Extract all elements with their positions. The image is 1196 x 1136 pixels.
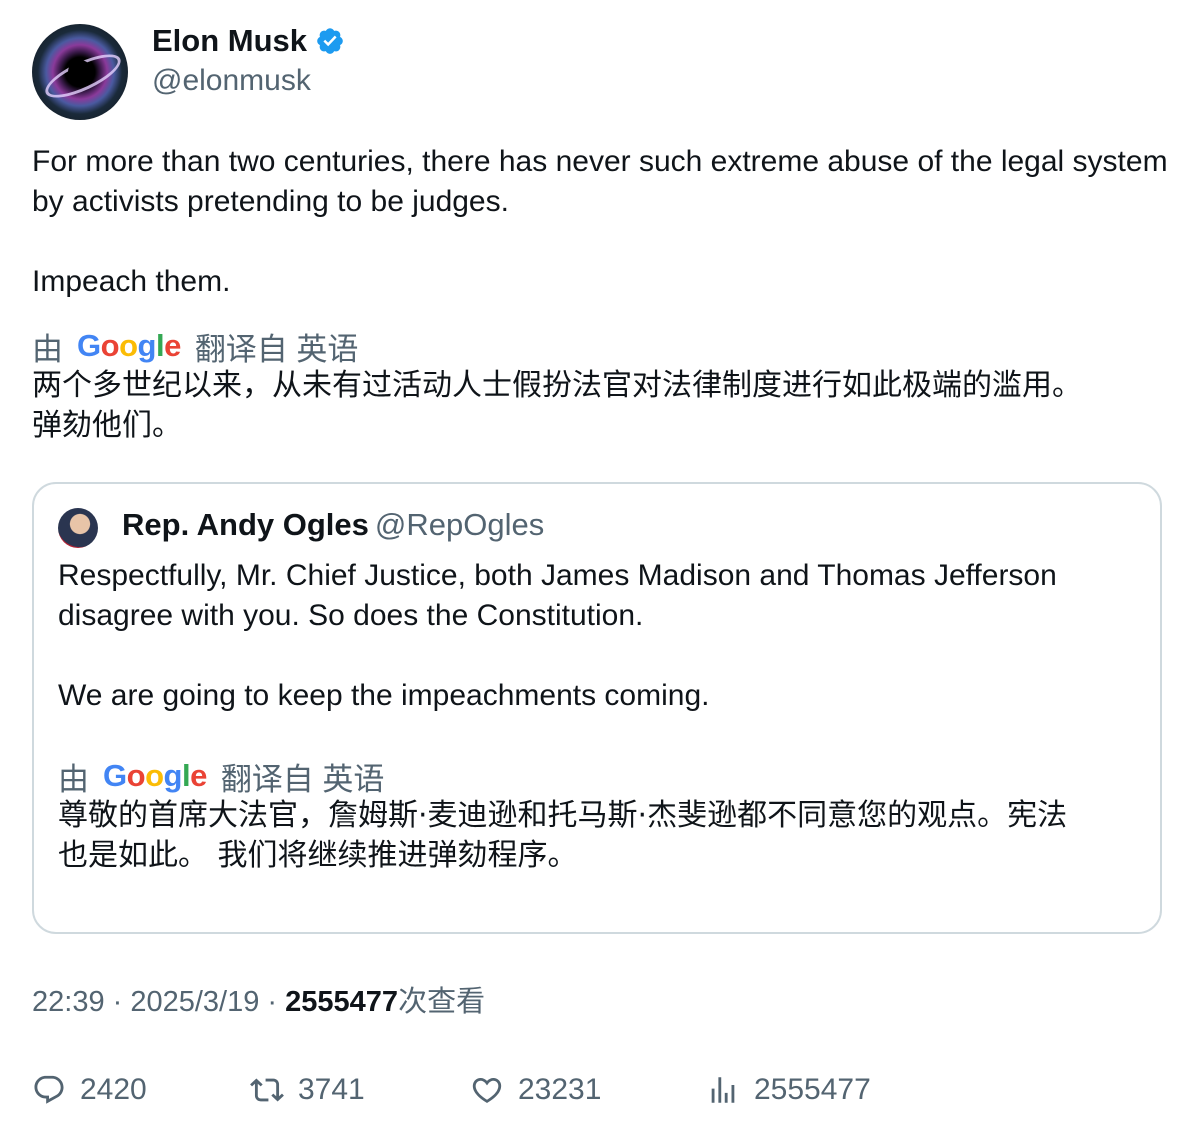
like-button[interactable]: 23231 bbox=[470, 1068, 601, 1112]
views-icon bbox=[711, 1077, 735, 1103]
views-button[interactable]: 2555477 bbox=[706, 1068, 871, 1112]
repost-icon bbox=[250, 1078, 284, 1102]
google-logo: Google bbox=[77, 328, 181, 363]
post-date[interactable]: 2025/3/19 bbox=[130, 986, 259, 1018]
repost-button[interactable]: 3741 bbox=[250, 1068, 365, 1112]
author-avatar[interactable] bbox=[32, 24, 128, 120]
quote-text: Respectfully, Mr. Chief Justice, both Ja… bbox=[58, 556, 1138, 716]
reply-icon bbox=[34, 1075, 64, 1104]
action-bar: 2420 3741 23231 2555477 bbox=[32, 1068, 1162, 1112]
quoted-post[interactable]: Rep. Andy Ogles @RepOgles Respectfully, M… bbox=[32, 482, 1162, 934]
quote-author-name: Rep. Andy Ogles bbox=[122, 507, 369, 542]
views-count: 2555477 bbox=[285, 986, 399, 1018]
translation-line: 尊敬的首席大法官，詹姆斯·麦迪逊和托马斯·杰斐逊都不同意您的观点。宪法 bbox=[58, 798, 1068, 833]
quote-paragraph: Respectfully, Mr. Chief Justice, both Ja… bbox=[58, 559, 1057, 632]
quote-avatar[interactable] bbox=[58, 508, 98, 548]
quote-header: Rep. Andy Ogles @RepOgles bbox=[122, 504, 544, 546]
views-label: 次查看 bbox=[398, 986, 486, 1018]
translation-line: 两个多世纪以来，从未有过活动人士假扮法官对法律制度进行如此极端的滥用。 bbox=[32, 368, 1082, 403]
quote-translation: 由 Google 翻译自 英语 尊敬的首席大法官，詹姆斯·麦迪逊和托马斯·杰斐逊… bbox=[58, 756, 1138, 876]
translation-line: 弹劾他们。 bbox=[32, 408, 182, 443]
translation-attribution: 由 Google 翻译自 英语 bbox=[32, 328, 359, 367]
post-translation: 由 Google 翻译自 英语 两个多世纪以来，从未有过活动人士假扮法官对法律制… bbox=[32, 326, 1172, 446]
translation-line: 也是如此。 我们将继续推进弹劾程序。 bbox=[58, 838, 578, 873]
quote-paragraph: We are going to keep the impeachments co… bbox=[58, 679, 710, 712]
author-handle[interactable]: @elonmusk bbox=[152, 62, 311, 100]
verified-badge-icon bbox=[317, 28, 343, 54]
like-icon bbox=[472, 1077, 502, 1103]
post-paragraph: For more than two centuries, there has n… bbox=[32, 145, 1168, 218]
quote-author-handle: @RepOgles bbox=[374, 507, 545, 542]
reply-button[interactable]: 2420 bbox=[32, 1068, 147, 1112]
post-paragraph: Impeach them. bbox=[32, 265, 231, 298]
google-logo: Google bbox=[103, 758, 207, 793]
post-meta: 22:39 · 2025/3/19 · 2555477次查看 bbox=[32, 986, 486, 1018]
post-time[interactable]: 22:39 bbox=[32, 986, 105, 1018]
author-name[interactable]: Elon Musk bbox=[152, 22, 345, 60]
translation-attribution: 由 Google 翻译自 英语 bbox=[58, 758, 385, 797]
post-text: For more than two centuries, there has n… bbox=[32, 142, 1172, 302]
